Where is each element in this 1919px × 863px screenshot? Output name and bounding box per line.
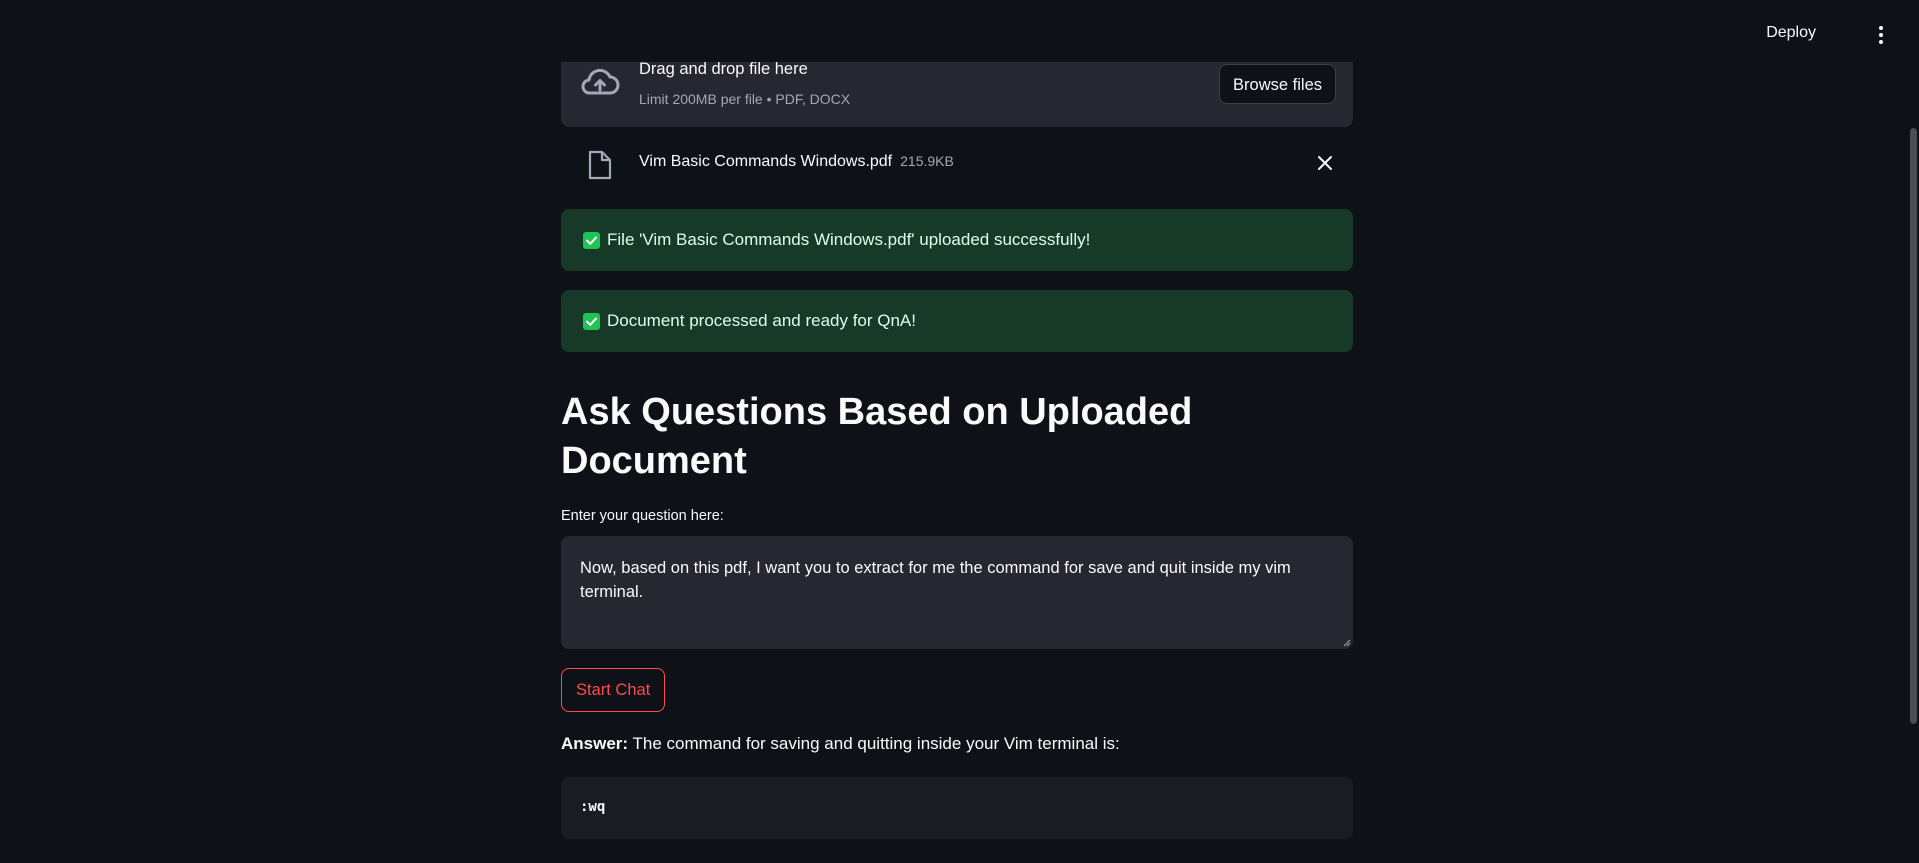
code-block: :wq — [561, 777, 1353, 839]
checkbox-icon — [583, 313, 600, 330]
code-snippet: :wq — [580, 799, 606, 815]
question-label: Enter your question here: — [561, 508, 724, 524]
scrollbar[interactable] — [1910, 128, 1917, 724]
dropzone-title: Drag and drop file here — [639, 60, 808, 78]
app-header: Deploy — [0, 0, 1919, 62]
answer-text: Answer: The command for saving and quitt… — [561, 734, 1120, 754]
file-icon — [588, 150, 612, 180]
uploaded-file-size: 215.9KB — [900, 153, 954, 169]
success-alert-upload: File 'Vim Basic Commands Windows.pdf' up… — [561, 209, 1353, 271]
page-heading: Ask Questions Based on Uploaded Document — [561, 391, 1193, 482]
question-text[interactable]: Now, based on this pdf, I want you to ex… — [580, 556, 1320, 604]
dropzone-limit-text: Limit 200MB per file • PDF, DOCX — [639, 91, 851, 107]
close-icon[interactable] — [1315, 153, 1335, 173]
answer-body: The command for saving and quitting insi… — [628, 734, 1120, 753]
alert-message: File 'Vim Basic Commands Windows.pdf' up… — [607, 230, 1091, 249]
resize-handle-icon[interactable] — [1342, 638, 1351, 647]
browse-files-button[interactable]: Browse files — [1219, 64, 1336, 104]
answer-label: Answer: — [561, 734, 629, 753]
cloud-upload-icon — [581, 68, 620, 95]
uploaded-file-row: Vim Basic Commands Windows.pdf 215.9KB — [561, 140, 1353, 186]
success-alert-processed: Document processed and ready for QnA! — [561, 290, 1353, 352]
uploaded-file-info: Vim Basic Commands Windows.pdf 215.9KB — [639, 153, 954, 171]
kebab-menu-icon[interactable] — [1877, 26, 1885, 44]
start-chat-button[interactable]: Start Chat — [561, 668, 666, 712]
question-textarea[interactable]: Now, based on this pdf, I want you to ex… — [561, 536, 1353, 649]
alert-message: Document processed and ready for QnA! — [607, 311, 916, 330]
checkbox-icon — [583, 232, 600, 249]
deploy-button[interactable]: Deploy — [1766, 24, 1816, 42]
uploaded-file-name: Vim Basic Commands Windows.pdf — [639, 153, 893, 170]
